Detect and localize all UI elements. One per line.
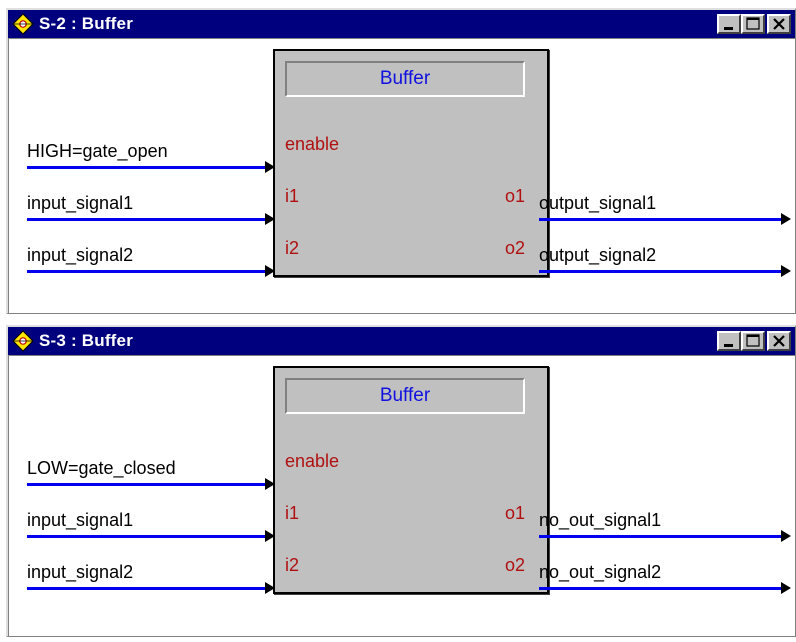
arrow-icon	[265, 161, 275, 173]
port-i2: i2	[285, 555, 300, 575]
wire-enable[interactable]	[27, 166, 267, 169]
port-o2: o2	[505, 555, 526, 575]
arrow-icon	[265, 265, 275, 277]
input-label-i1: input_signal1	[27, 510, 134, 530]
port-enable: enable	[285, 134, 340, 154]
close-icon	[773, 335, 785, 347]
arrow-icon	[781, 213, 791, 225]
wire-o1[interactable]	[539, 535, 783, 538]
block-title: Buffer	[285, 378, 525, 414]
port-o1: o1	[505, 186, 526, 206]
close-icon	[773, 18, 785, 30]
minimize-icon	[724, 344, 733, 347]
wire-i1[interactable]	[27, 218, 267, 221]
diagram-canvas[interactable]: Buffer enable i1 i2 o1 o2 LOW=gate_close…	[8, 355, 795, 636]
arrow-icon	[781, 582, 791, 594]
wire-o2[interactable]	[539, 270, 783, 273]
arrow-icon	[265, 478, 275, 490]
arrow-icon	[265, 530, 275, 542]
maximize-button[interactable]	[741, 331, 765, 351]
input-label-i2: input_signal2	[27, 245, 134, 265]
input-label-enable: LOW=gate_closed	[27, 458, 176, 478]
app-diamond-icon[interactable]	[12, 330, 34, 352]
window-s2: S-2 : Buffer Buffer enable i1 i2 o1 o2 H…	[6, 8, 796, 314]
arrow-icon	[781, 530, 791, 542]
wire-i2[interactable]	[27, 587, 267, 590]
output-label-o2: no_out_signal2	[539, 562, 662, 582]
wire-enable[interactable]	[27, 483, 267, 486]
block-title: Buffer	[285, 61, 525, 97]
window-s3: S-3 : Buffer Buffer enable i1 i2 o1 o2 L…	[6, 325, 796, 637]
close-button[interactable]	[767, 14, 791, 34]
window-title: S-3 : Buffer	[39, 331, 134, 350]
diagram-canvas[interactable]: Buffer enable i1 i2 o1 o2 HIGH=gate_open…	[8, 38, 795, 313]
output-label-o2: output_signal2	[539, 245, 657, 265]
wire-o1[interactable]	[539, 218, 783, 221]
title-bar[interactable]: S-2 : Buffer	[8, 10, 795, 38]
output-label-o1: no_out_signal1	[539, 510, 662, 530]
arrow-icon	[781, 265, 791, 277]
buffer-block[interactable]: Buffer enable i1 i2 o1 o2	[273, 366, 549, 594]
minimize-button[interactable]	[717, 14, 741, 34]
port-i1: i1	[285, 186, 300, 206]
close-button[interactable]	[767, 331, 791, 351]
maximize-button[interactable]	[741, 14, 765, 34]
app-diamond-icon[interactable]	[12, 13, 34, 35]
input-label-i2: input_signal2	[27, 562, 134, 582]
arrow-icon	[265, 582, 275, 594]
port-o2: o2	[505, 238, 526, 258]
minimize-button[interactable]	[717, 331, 741, 351]
maximize-icon	[746, 334, 760, 347]
port-enable: enable	[285, 451, 340, 471]
title-bar[interactable]: S-3 : Buffer	[8, 327, 795, 355]
input-label-enable: HIGH=gate_open	[27, 141, 168, 161]
input-label-i1: input_signal1	[27, 193, 134, 213]
wire-i1[interactable]	[27, 535, 267, 538]
port-i1: i1	[285, 503, 300, 523]
port-o1: o1	[505, 503, 526, 523]
minimize-icon	[724, 27, 733, 30]
output-label-o1: output_signal1	[539, 193, 657, 213]
maximize-icon	[746, 17, 760, 30]
window-title: S-2 : Buffer	[39, 14, 134, 33]
arrow-icon	[265, 213, 275, 225]
port-i2: i2	[285, 238, 300, 258]
wire-i2[interactable]	[27, 270, 267, 273]
wire-o2[interactable]	[539, 587, 783, 590]
buffer-block[interactable]: Buffer enable i1 i2 o1 o2	[273, 49, 549, 277]
